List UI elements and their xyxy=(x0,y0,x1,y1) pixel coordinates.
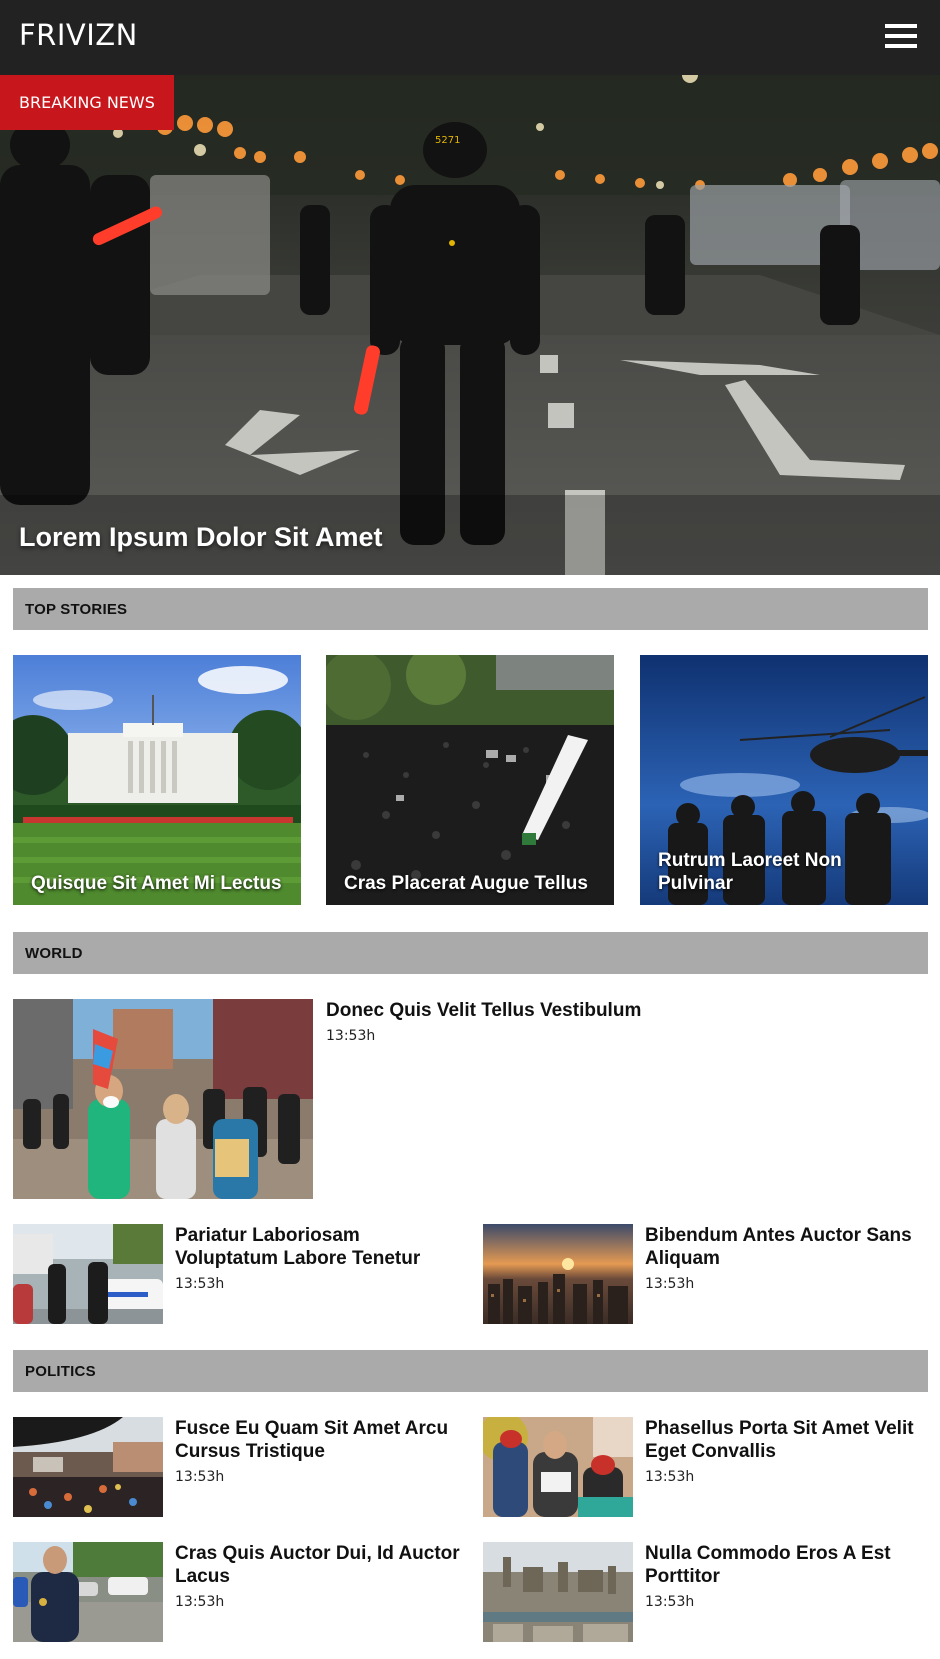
story-title[interactable]: Rutrum Laoreet Non Pulvinar xyxy=(658,849,918,895)
article-headline[interactable]: Pariatur Laboriosam Voluptatum Labore Te… xyxy=(175,1224,465,1270)
breaking-news-badge[interactable]: BREAKING NEWS xyxy=(0,75,174,130)
timestamp: 13:53h xyxy=(326,1028,376,1044)
timestamp: 13:53h xyxy=(175,1594,225,1610)
section-header-politics: POLITICS xyxy=(13,1350,928,1392)
story-title[interactable]: Cras Placerat Augue Tellus xyxy=(344,872,604,895)
timestamp: 13:53h xyxy=(175,1469,225,1485)
top-story-card[interactable]: Rutrum Laoreet Non Pulvinar xyxy=(640,655,928,905)
article-thumbnail[interactable] xyxy=(13,1542,163,1642)
hero-image: 5271 xyxy=(0,75,940,575)
white-house-image xyxy=(13,655,301,905)
article-thumbnail[interactable] xyxy=(483,1542,633,1642)
section-label: POLITICS xyxy=(25,1363,96,1380)
section-label: WORLD xyxy=(25,945,83,962)
article-headline[interactable]: Bibendum Antes Auctor Sans Aliquam xyxy=(645,1224,930,1270)
hamburger-menu-icon[interactable] xyxy=(885,22,919,50)
timestamp: 13:53h xyxy=(645,1594,695,1610)
hero-headline[interactable]: Lorem Ipsum Dolor Sit Amet xyxy=(19,522,383,553)
section-label: TOP STORIES xyxy=(25,601,128,618)
crowd-protest-image xyxy=(326,655,614,905)
top-story-card[interactable]: Quisque Sit Amet Mi Lectus xyxy=(13,655,301,905)
world-featured-headline[interactable]: Donec Quis Velit Tellus Vestibulum xyxy=(326,999,926,1022)
article-headline[interactable]: Cras Quis Auctor Dui, Id Auctor Lacus xyxy=(175,1542,465,1588)
article-headline[interactable]: Phasellus Porta Sit Amet Velit Eget Conv… xyxy=(645,1417,935,1463)
world-featured-image[interactable] xyxy=(13,999,313,1199)
site-logo[interactable]: FRIVIZN xyxy=(19,18,138,52)
svg-text:5271: 5271 xyxy=(435,135,460,146)
article-thumbnail[interactable] xyxy=(483,1224,633,1324)
hero-story[interactable]: 5271 BREAKING NEWS Lorem Ipsum Dolor Sit… xyxy=(0,75,940,575)
article-thumbnail[interactable] xyxy=(13,1224,163,1324)
article-headline[interactable]: Fusce Eu Quam Sit Amet Arcu Cursus Trist… xyxy=(175,1417,465,1463)
timestamp: 13:53h xyxy=(175,1276,225,1292)
timestamp: 13:53h xyxy=(645,1276,695,1292)
article-headline[interactable]: Nulla Commodo Eros A Est Porttitor xyxy=(645,1542,935,1588)
article-thumbnail[interactable] xyxy=(483,1417,633,1517)
top-story-card[interactable]: Cras Placerat Augue Tellus xyxy=(326,655,614,905)
section-header-top-stories: TOP STORIES xyxy=(13,588,928,630)
timestamp: 13:53h xyxy=(645,1469,695,1485)
story-title[interactable]: Quisque Sit Amet Mi Lectus xyxy=(31,872,291,895)
top-navbar: FRIVIZN xyxy=(0,0,940,75)
article-thumbnail[interactable] xyxy=(13,1417,163,1517)
section-header-world: WORLD xyxy=(13,932,928,974)
